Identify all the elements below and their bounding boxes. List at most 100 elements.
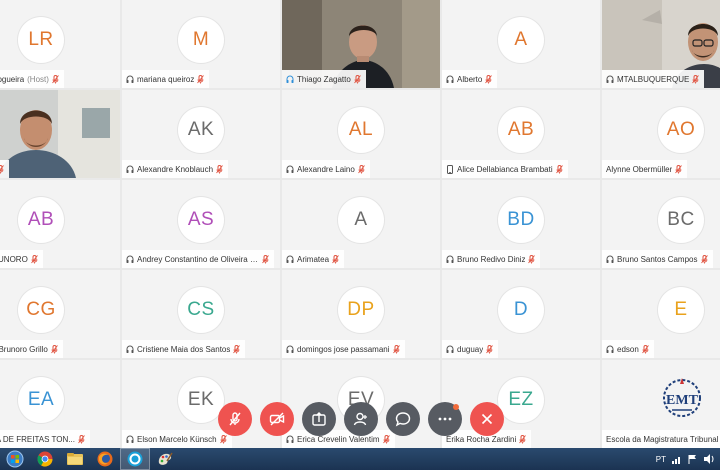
mic-muted-icon bbox=[519, 434, 527, 443]
notification-dot bbox=[453, 404, 459, 410]
mic-muted-icon bbox=[528, 254, 536, 263]
speaker-icon bbox=[446, 255, 454, 263]
participant-name: mariana queiroz bbox=[137, 74, 195, 84]
chrome-icon[interactable] bbox=[30, 448, 60, 470]
participant-tile[interactable]: AL Alexandre Laino bbox=[282, 90, 440, 178]
more-button[interactable] bbox=[428, 402, 462, 436]
participant-tile[interactable]: Guedes bbox=[0, 90, 120, 178]
avatar: AK bbox=[178, 107, 224, 153]
participant-tile[interactable]: A Alberto bbox=[442, 0, 600, 88]
participant-name: domingos jose passamani bbox=[297, 344, 390, 354]
name-bar: Cristiene Maia dos Santos bbox=[122, 340, 246, 358]
participant-tile[interactable]: AB UCIA BRUNORO bbox=[0, 180, 120, 268]
system-tray: PT bbox=[656, 454, 720, 464]
speaker-icon bbox=[286, 165, 294, 173]
speaker-icon bbox=[606, 255, 614, 263]
avatar: AB bbox=[18, 197, 64, 243]
leave-button[interactable] bbox=[470, 402, 504, 436]
participant-tile[interactable]: CS Cristiene Maia dos Santos bbox=[122, 270, 280, 358]
mic-muted-icon bbox=[555, 164, 563, 173]
host-label: (Host) bbox=[27, 74, 49, 84]
participant-name: Arimatea bbox=[297, 254, 330, 264]
participant-tile[interactable]: MTALBUQUERQUE bbox=[602, 0, 720, 88]
participant-tile[interactable]: Dduguay bbox=[442, 270, 600, 358]
participant-tile[interactable]: LR a R.Nogueira(Host) bbox=[0, 0, 120, 88]
avatar: EA bbox=[18, 377, 64, 423]
participant-tile[interactable]: AS Andrey Constantino de Oliveira Sa... bbox=[122, 180, 280, 268]
participant-tile[interactable]: AB Alice Dellabianca Brambati bbox=[442, 90, 600, 178]
network-icon[interactable] bbox=[672, 454, 682, 464]
name-bar: Guedes bbox=[0, 160, 10, 178]
avatar: A bbox=[338, 197, 384, 243]
language-indicator[interactable]: PT bbox=[656, 455, 666, 464]
mic-muted-icon bbox=[233, 344, 241, 353]
school-logo-icon: EMT bbox=[663, 378, 701, 417]
avatar: BC bbox=[658, 197, 704, 243]
participant-name: Escola da Magistratura Tribunal de bbox=[606, 434, 720, 444]
participant-tile[interactable]: Mmariana queiroz bbox=[122, 0, 280, 88]
participant-name: Elson Marcelo Künsch bbox=[137, 434, 217, 444]
participant-tile[interactable]: Thiago Zagatto bbox=[282, 0, 440, 88]
speaker-icon bbox=[126, 165, 134, 173]
mic-muted-button[interactable] bbox=[218, 402, 252, 436]
chat-button[interactable] bbox=[386, 402, 420, 436]
avatar-initials: DP bbox=[347, 299, 375, 320]
mic-muted-icon bbox=[675, 164, 683, 173]
svg-text:EMT: EMT bbox=[666, 393, 699, 408]
paint-icon[interactable] bbox=[150, 448, 180, 470]
name-bar: a R.Nogueira(Host) bbox=[0, 70, 64, 88]
participant-tile[interactable]: BD Bruno Redivo Diniz bbox=[442, 180, 600, 268]
avatar-initials: BC bbox=[667, 209, 695, 230]
mic-muted-icon bbox=[641, 344, 649, 353]
mic-muted-icon bbox=[357, 164, 365, 173]
participant-tile[interactable]: EA VIRGINIA DE FREITAS TON... bbox=[0, 360, 120, 448]
participant-name: Bruno Redivo Diniz bbox=[457, 254, 526, 264]
speaker-icon bbox=[446, 345, 454, 353]
participant-tile[interactable]: CG Eduardo Brunoro Grillo bbox=[0, 270, 120, 358]
avatar: D bbox=[498, 287, 544, 333]
phone-icon bbox=[447, 164, 453, 174]
name-bar: Eduardo Brunoro Grillo bbox=[0, 340, 63, 358]
participant-tile[interactable]: DP domingos jose passamani bbox=[282, 270, 440, 358]
mic-muted-icon bbox=[486, 344, 494, 353]
mic-muted-icon bbox=[692, 74, 700, 83]
name-bar: Alice Dellabianca Brambati bbox=[442, 160, 568, 178]
avatar: AL bbox=[338, 107, 384, 153]
volume-icon[interactable] bbox=[704, 454, 716, 464]
file-explorer-icon[interactable] bbox=[60, 448, 90, 470]
participant-tile[interactable]: A Arimatea bbox=[282, 180, 440, 268]
avatar: DP bbox=[338, 287, 384, 333]
meeting-app-icon[interactable] bbox=[120, 448, 150, 470]
participant-name: Alexandre Knoblauch bbox=[137, 164, 214, 174]
participants-icon bbox=[353, 411, 369, 427]
participant-tile[interactable]: Eedson bbox=[602, 270, 720, 358]
video-off-button[interactable] bbox=[260, 402, 294, 436]
mic-muted-icon bbox=[197, 74, 205, 83]
start-orb-icon[interactable] bbox=[0, 448, 30, 470]
speaker-icon bbox=[606, 75, 614, 83]
name-bar: Alexandre Knoblauch bbox=[122, 160, 229, 178]
name-bar: MTALBUQUERQUE bbox=[602, 70, 705, 88]
flag-icon[interactable] bbox=[688, 454, 698, 464]
mic-muted-icon bbox=[485, 74, 493, 83]
name-bar: domingos jose passamani bbox=[282, 340, 405, 358]
name-bar: Alexandre Laino bbox=[282, 160, 370, 178]
mic-muted-icon bbox=[700, 254, 708, 263]
mic-muted-icon bbox=[227, 411, 243, 427]
name-bar: Andrey Constantino de Oliveira Sa... bbox=[122, 250, 274, 268]
participants-button[interactable] bbox=[344, 402, 378, 436]
video-off-icon bbox=[269, 411, 285, 427]
firefox-icon[interactable] bbox=[90, 448, 120, 470]
avatar-initials: BD bbox=[507, 209, 535, 230]
participant-name: Alberto bbox=[457, 74, 483, 84]
participant-tile[interactable]: BC Bruno Santos Campos bbox=[602, 180, 720, 268]
participant-tile[interactable]: EMT Escola da Magistratura Tribunal de bbox=[602, 360, 720, 448]
avatar-initials: AS bbox=[187, 209, 215, 230]
avatar-initials: AB bbox=[27, 209, 55, 230]
share-screen-button[interactable] bbox=[302, 402, 336, 436]
avatar: E bbox=[658, 287, 704, 333]
participant-tile[interactable]: AK Alexandre Knoblauch bbox=[122, 90, 280, 178]
participant-tile[interactable]: AO Alynne Obermüller bbox=[602, 90, 720, 178]
avatar: AO bbox=[658, 107, 704, 153]
share-screen-icon bbox=[311, 411, 327, 427]
